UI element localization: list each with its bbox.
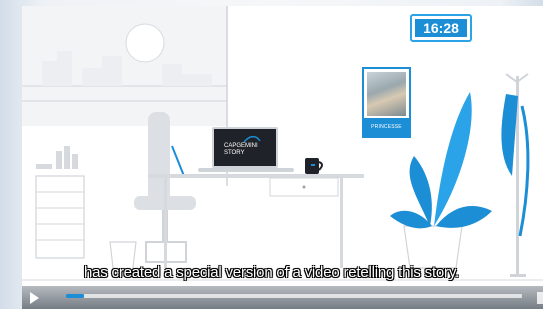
shelf xyxy=(36,164,52,169)
umbrella xyxy=(518,105,530,237)
chair-accent xyxy=(171,145,185,177)
progress-bar[interactable] xyxy=(66,294,522,298)
laptop-label-line1: CAPGEMINI xyxy=(224,143,258,149)
play-icon[interactable] xyxy=(30,292,39,304)
dog-photo xyxy=(367,72,406,116)
video-subtitle: has created a special version of a video… xyxy=(83,264,460,281)
laptop-label-line2: STORY xyxy=(224,150,245,156)
capgemini-spade-icon xyxy=(243,135,261,143)
wall-clock xyxy=(125,23,165,63)
desk-leg xyxy=(164,178,167,268)
mug-handle xyxy=(318,161,323,171)
video-player: 16:28 PRINCESSE CAPGEMINI STORY has crea… xyxy=(0,0,543,309)
photo-frame: PRINCESSE xyxy=(362,67,411,138)
book xyxy=(56,151,62,169)
time-text: 16:28 xyxy=(415,19,467,37)
mug-logo xyxy=(311,164,315,166)
plant-leaf xyxy=(436,206,492,228)
laptop-screen: CAPGEMINI STORY xyxy=(212,127,278,168)
time-badge: 16:28 xyxy=(410,14,472,42)
plant-pot xyxy=(403,225,463,269)
drawer-cabinet xyxy=(35,175,85,259)
drawer-knob xyxy=(302,185,306,189)
laptop-base xyxy=(198,168,294,172)
more-controls-icon[interactable] xyxy=(537,292,543,304)
laptop-label: CAPGEMINI STORY xyxy=(224,143,258,157)
book xyxy=(72,154,78,169)
desk-leg xyxy=(340,178,343,268)
book xyxy=(64,146,70,169)
plant-leaf xyxy=(434,92,472,226)
photo-caption: PRINCESSE xyxy=(364,118,409,136)
desk-top xyxy=(148,174,364,178)
progress-fill xyxy=(66,294,85,298)
coat xyxy=(501,94,518,176)
